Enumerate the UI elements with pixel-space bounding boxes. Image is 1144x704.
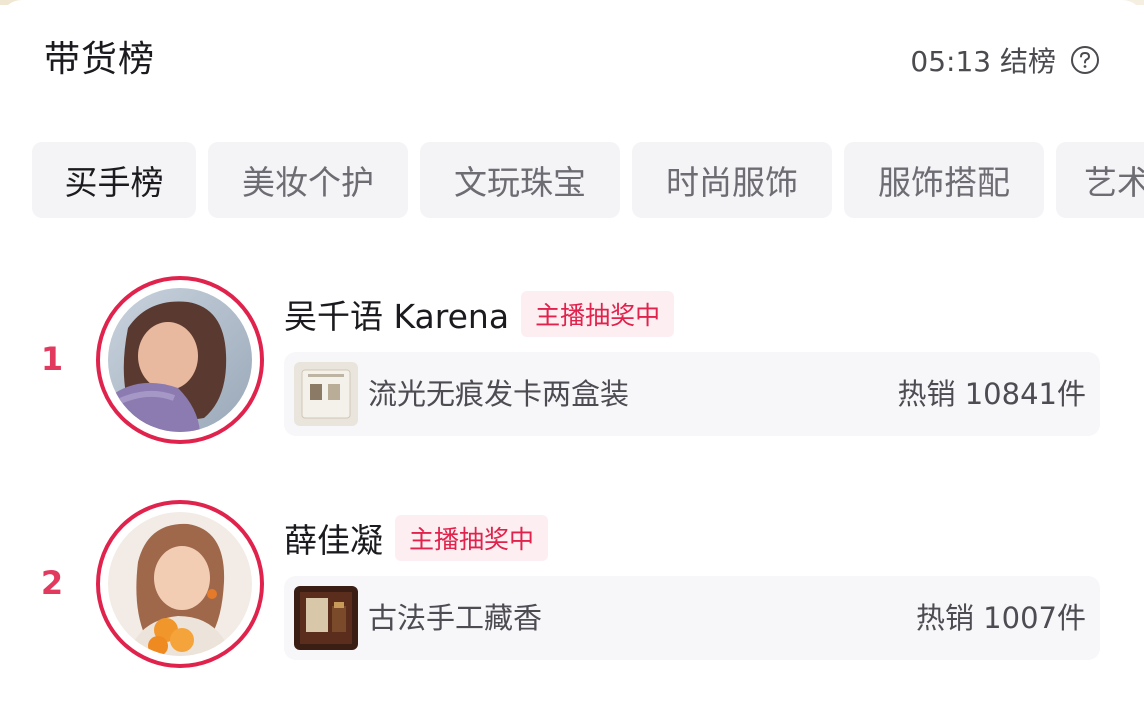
- lottery-badge: 主播抽奖中: [521, 291, 675, 337]
- product-card[interactable]: 流光无痕发卡两盒装 热销 10841件: [284, 352, 1100, 436]
- host-name-line: 薛佳凝 主播抽奖中: [284, 514, 549, 562]
- question-circle-icon[interactable]: [1070, 45, 1100, 75]
- countdown-group: 05:13 结榜: [910, 36, 1100, 84]
- avatar[interactable]: [96, 500, 264, 668]
- host-name-line: 吴千语 Karena 主播抽奖中: [284, 290, 675, 338]
- page-title: 带货榜: [44, 39, 156, 80]
- host-name[interactable]: 吴千语 Karena: [284, 290, 509, 338]
- header: 带货榜 05:13 结榜: [44, 36, 1100, 84]
- rank-number: 2: [40, 564, 64, 602]
- product-thumbnail: [294, 586, 358, 650]
- product-card[interactable]: 古法手工藏香 热销 1007件: [284, 576, 1100, 660]
- tab-art[interactable]: 艺术: [1056, 142, 1144, 218]
- tab-antique-jewelry[interactable]: 文玩珠宝: [420, 142, 620, 218]
- ranking-item[interactable]: 1 吴千语 Karena 主播抽奖中 流光无痕发卡两盒装 热销 10841件: [0, 276, 1144, 448]
- product-name: 古法手工藏香: [368, 601, 543, 635]
- avatar[interactable]: [96, 276, 264, 444]
- host-name[interactable]: 薛佳凝: [284, 514, 383, 562]
- category-tabs: 买手榜 美妆个护 文玩珠宝 时尚服饰 服饰搭配 艺术: [32, 142, 1144, 218]
- tab-beauty-care[interactable]: 美妆个护: [208, 142, 408, 218]
- lottery-badge: 主播抽奖中: [395, 515, 549, 561]
- sheet: 带货榜 05:13 结榜 买手榜 美妆个护 文玩珠宝 时尚服饰 服饰搭配 艺术: [0, 0, 1144, 704]
- countdown-text: 05:13 结榜: [910, 45, 1056, 78]
- product-name: 流光无痕发卡两盒装: [368, 377, 630, 411]
- sales-count: 热销 1007件: [915, 601, 1086, 635]
- sales-count: 热销 10841件: [897, 377, 1086, 411]
- avatar-image: [108, 288, 252, 432]
- ranking-item[interactable]: 2 薛佳凝 主播抽奖中 古法手工藏香 热销 1007件: [0, 500, 1144, 672]
- product-thumbnail: [294, 362, 358, 426]
- ranking-panel: 带货榜 05:13 结榜 买手榜 美妆个护 文玩珠宝 时尚服饰 服饰搭配 艺术: [0, 0, 1144, 704]
- avatar-image: [108, 512, 252, 656]
- tab-fashion-apparel[interactable]: 时尚服饰: [632, 142, 832, 218]
- tab-buyer-ranking[interactable]: 买手榜: [32, 142, 196, 218]
- rank-number: 1: [40, 340, 64, 378]
- tab-outfit-matching[interactable]: 服饰搭配: [844, 142, 1044, 218]
